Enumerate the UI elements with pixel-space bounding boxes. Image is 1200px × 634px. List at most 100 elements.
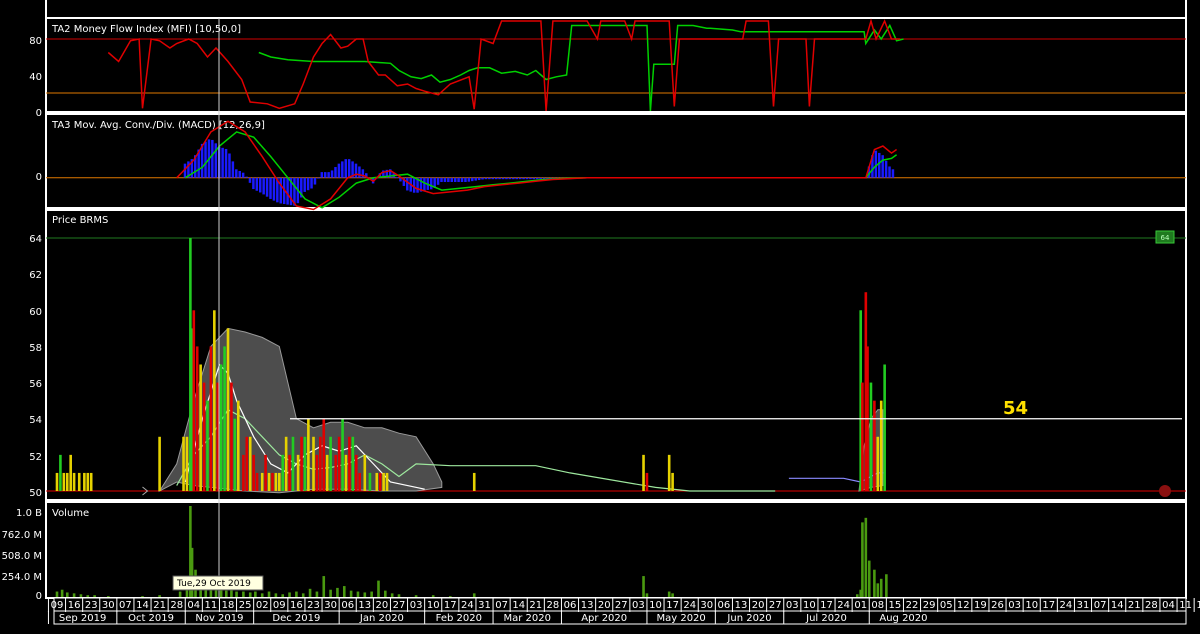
day-tick-label: 24 <box>837 600 850 611</box>
macd-histogram-bar <box>529 177 532 180</box>
day-tick-label: 16 <box>290 600 303 611</box>
macd-histogram-bar <box>262 177 265 195</box>
day-tick-label: 27 <box>769 600 782 611</box>
price-candle <box>667 454 671 491</box>
day-tick-label: 14 <box>136 600 149 611</box>
date-tooltip-text: Tue,29 Oct 2019 <box>176 579 251 589</box>
macd-histogram-bar <box>450 177 454 182</box>
price-candle <box>358 472 361 491</box>
macd-histogram-bar <box>467 177 471 182</box>
price-candle <box>274 472 278 491</box>
volume-bar <box>260 593 264 597</box>
chart-canvas[interactable]: TA2 Money Flow Index (MFI) [10,50,0] TA3… <box>0 0 1200 630</box>
day-tick-label: 10 <box>427 600 440 611</box>
macd-histogram-bar <box>508 177 512 180</box>
price-candle <box>354 454 358 491</box>
macd-histogram-bar <box>313 177 317 185</box>
price-candle <box>861 382 864 491</box>
price-candle <box>59 454 62 491</box>
price-candle <box>242 454 245 491</box>
volume-tick-label: 762.0 M <box>2 530 42 541</box>
price-candle <box>671 472 674 491</box>
volume-bar <box>879 578 883 597</box>
price-candle <box>219 364 223 491</box>
day-tick-label: 17 <box>1042 600 1055 611</box>
day-tick-label: 19 <box>974 600 987 611</box>
volume-bar <box>79 594 83 597</box>
macd-histogram-bar <box>231 161 235 178</box>
volume-bar <box>65 592 69 597</box>
volume-bar <box>377 580 380 597</box>
price-candle <box>869 382 873 491</box>
volume-bar <box>449 596 452 597</box>
volume-bar <box>414 595 418 597</box>
volume-bar <box>342 586 346 597</box>
price-candle <box>213 310 216 491</box>
price-candle <box>264 454 267 491</box>
price-candle <box>185 436 189 491</box>
day-tick-label: 08 <box>871 600 884 611</box>
price-candle <box>344 454 348 491</box>
volume-bar <box>876 583 880 597</box>
macd-histogram-bar <box>498 177 501 180</box>
volume-bar <box>431 595 435 597</box>
price-candle <box>192 310 196 491</box>
price-candle <box>158 436 161 491</box>
macd-histogram-bar <box>279 177 283 204</box>
macd-histogram-bar <box>881 155 884 178</box>
price-candle <box>199 364 202 491</box>
day-tick-label: 15 <box>889 600 902 611</box>
macd-histogram-bar <box>481 177 484 180</box>
volume-bar <box>322 576 326 597</box>
price-candle <box>69 454 72 491</box>
volume-bar <box>224 590 228 597</box>
day-tick-label: 13 <box>735 600 748 611</box>
macd-histogram-bar <box>344 159 347 178</box>
macd-plot <box>46 120 1186 211</box>
volume-bar <box>864 517 868 597</box>
day-tick-label: 07 <box>119 600 132 611</box>
volume-bar <box>288 592 291 597</box>
day-tick-label: 28 <box>1145 600 1158 611</box>
price-candle <box>288 454 291 491</box>
month-label: Oct 2019 <box>128 613 174 624</box>
macd-histogram-bar <box>443 177 447 182</box>
month-label: Jun 2020 <box>726 613 771 624</box>
volume-bar <box>329 589 332 597</box>
month-label: Jan 2020 <box>359 613 404 624</box>
day-tick-label: 30 <box>324 600 337 611</box>
price-candle <box>319 436 322 491</box>
price-candle <box>209 346 213 491</box>
price-candle <box>223 346 226 491</box>
day-tick-label: 14 <box>512 600 525 611</box>
price-candle <box>382 472 385 491</box>
day-tick-label: 24 <box>1060 600 1073 611</box>
volume-bar <box>667 591 671 597</box>
macd-histogram-bar <box>440 177 443 182</box>
volume-bar <box>86 595 90 597</box>
month-label: Apr 2020 <box>581 613 627 624</box>
macd-histogram-bar <box>330 170 334 178</box>
price-candle <box>230 382 233 491</box>
volume-bar <box>295 591 298 597</box>
volume-bar <box>384 590 387 597</box>
mfi-tick-label: 0 <box>36 108 42 119</box>
volume-bar <box>72 593 76 597</box>
macd-histogram-bar <box>347 159 351 178</box>
day-tick-label: 21 <box>153 600 166 611</box>
time-axis[interactable]: 09 16 23 30 07 14 21 28 04 11 18 25 02 09 16 23 30 06 13 20… <box>47 597 1200 625</box>
volume-bar <box>235 591 238 597</box>
price-tick-label: 52 <box>29 452 42 463</box>
price-candle <box>385 472 389 491</box>
macd-histogram-bar <box>436 177 440 185</box>
price-candle <box>284 436 288 491</box>
volume-bar <box>370 591 373 597</box>
macd-panel-title: TA3 Mov. Avg. Conv./Div. (MACD) [12,26,9… <box>51 120 265 131</box>
macd-histogram-bar <box>512 177 515 180</box>
day-tick-label: 10 <box>1025 600 1038 611</box>
macd-histogram-bar <box>891 169 895 178</box>
macd-histogram-bar <box>211 139 214 178</box>
day-tick-label: 06 <box>341 600 354 611</box>
macd-histogram-bar <box>453 177 457 182</box>
volume-bar <box>861 522 864 597</box>
